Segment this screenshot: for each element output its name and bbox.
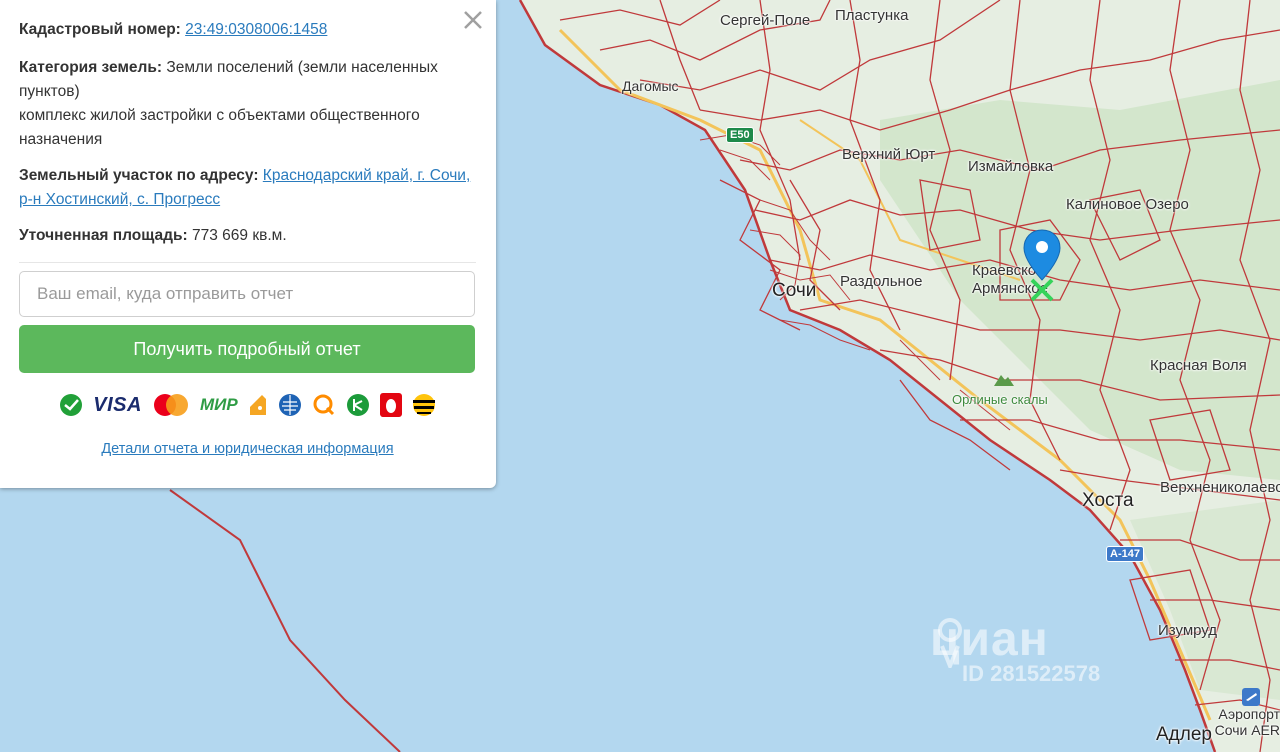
place-label: Измайловка [968, 158, 1054, 175]
webmoney-icon [278, 392, 302, 418]
mir-icon: МИР [199, 395, 238, 414]
area-value: 773 669 кв.м. [192, 227, 287, 244]
address-row: Земельный участок по адресу: Краснодарск… [19, 164, 476, 212]
email-input[interactable] [19, 271, 475, 317]
cadastral-info-card: Кадастровый номер: 23:49:0308006:1458 Ка… [0, 0, 496, 488]
watermark: циан ID 281522578 [930, 612, 1100, 687]
cadastral-number-row: Кадастровый номер: 23:49:0308006:1458 [19, 18, 476, 42]
land-use-value: комплекс жилой застройки с объектами общ… [19, 107, 420, 148]
land-category-row: Категория земель: Земли поселений (земли… [19, 56, 476, 152]
place-label: Раздольное [840, 273, 923, 290]
area-row: Уточненная площадь: 773 669 кв.м. [19, 224, 476, 248]
address-label: Земельный участок по адресу: [19, 167, 259, 184]
qiwi-icon [312, 392, 336, 418]
road-shield: A-147 [1106, 546, 1144, 562]
mts-icon [379, 392, 402, 418]
yandex-money-icon [248, 392, 268, 418]
pin-watermark-icon [938, 618, 962, 668]
sberbank-icon [59, 392, 83, 418]
place-label: Дагомыс [622, 78, 679, 94]
land-category-label: Категория земель: [19, 59, 163, 76]
mastercard-icon [152, 392, 190, 418]
sea-border-line [169, 489, 401, 752]
place-label: Хоста [1082, 490, 1134, 511]
beeline-icon [412, 392, 436, 418]
place-label: Аэропорт Сочи AER [1214, 706, 1280, 738]
place-label: Калиновое Озеро [1066, 196, 1189, 213]
place-label: Сочи [772, 280, 817, 301]
report-details-link[interactable]: Детали отчета и юридическая информация [19, 437, 476, 461]
close-icon[interactable] [462, 9, 484, 31]
sber-spasibo-icon [346, 392, 370, 418]
payment-methods: VISA МИР [19, 391, 476, 419]
place-label: Верхний Юрт [842, 146, 936, 163]
watermark-logo: циан [930, 613, 1049, 668]
area-label: Уточненная площадь: [19, 227, 188, 244]
divider [19, 262, 476, 263]
get-report-button[interactable]: Получить подробный отчет [19, 325, 475, 373]
cadastral-number-link[interactable]: 23:49:0308006:1458 [185, 21, 327, 38]
place-label: Пластунка [835, 7, 909, 24]
place-label: Сергей-Поле [720, 12, 811, 29]
place-label: Орлиные скалы [952, 392, 1048, 407]
cadastral-number-label: Кадастровый номер: [19, 21, 181, 38]
road-shield: E50 [726, 127, 754, 143]
place-label: Красная Воля [1150, 357, 1247, 374]
place-label: Изумруд [1158, 622, 1218, 639]
place-label: Адлер [1156, 724, 1212, 745]
place-label: Верхнениколаевское [1160, 479, 1280, 496]
visa-icon: VISA [93, 394, 142, 416]
watermark-id: ID 281522578 [962, 661, 1101, 686]
